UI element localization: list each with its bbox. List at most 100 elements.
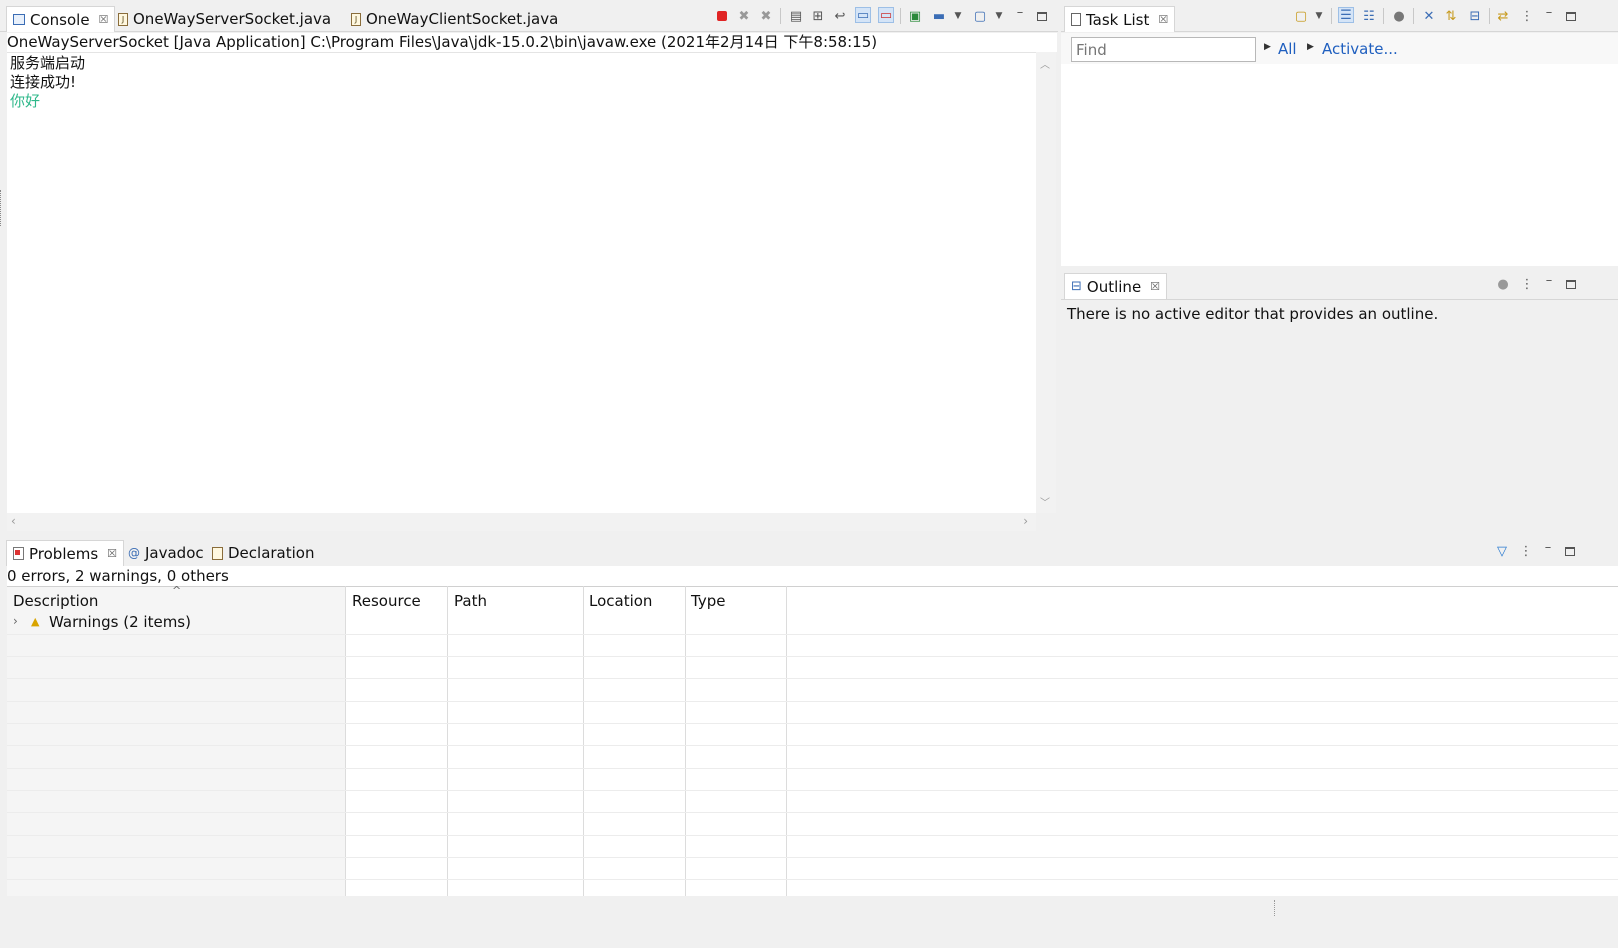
scroll-down-icon[interactable]: ﹀ xyxy=(1040,494,1050,509)
open-console-icon[interactable]: ▢ xyxy=(972,8,988,24)
tab-onewayclientsocket[interactable]: J OneWayClientSocket.java xyxy=(345,6,564,32)
declaration-icon xyxy=(212,546,223,560)
tab-javadoc-label: Javadoc xyxy=(145,544,204,562)
activate-link[interactable]: Activate... xyxy=(1322,40,1398,58)
close-icon[interactable]: ☒ xyxy=(1150,280,1160,293)
javadoc-icon: @ xyxy=(128,546,140,560)
maximize-icon[interactable] xyxy=(1563,8,1579,24)
task-list-panel: Task List ☒ ▢ ▼ ☰ ☷ ● ✕ ⇅ ⊟ ⇄ ⋮ – ▶ All … xyxy=(1061,0,1618,267)
row-divider xyxy=(7,678,1618,679)
minimize-icon[interactable]: – xyxy=(1540,539,1556,555)
link-icon[interactable]: ⇄ xyxy=(1495,8,1511,24)
task-list-content[interactable] xyxy=(1061,64,1618,266)
tab-onewayclientsocket-label: OneWayClientSocket.java xyxy=(366,10,559,28)
synchronize-icon[interactable]: ⇅ xyxy=(1443,8,1459,24)
column-divider[interactable] xyxy=(447,586,448,934)
maximize-icon[interactable] xyxy=(1562,543,1578,559)
chevron-down-icon[interactable]: ▼ xyxy=(950,8,966,24)
column-divider[interactable] xyxy=(685,586,686,934)
console-icon xyxy=(13,14,25,25)
minimize-icon[interactable]: – xyxy=(1012,4,1028,20)
clear-console-icon[interactable]: ▤ xyxy=(788,8,804,24)
chevron-down-icon[interactable]: ▼ xyxy=(1311,8,1327,24)
tab-declaration[interactable]: Declaration xyxy=(206,540,320,566)
close-icon[interactable]: ☒ xyxy=(99,13,109,26)
row-divider xyxy=(7,723,1618,724)
show-on-stderr-icon[interactable]: ▭ xyxy=(878,7,894,23)
view-menu-icon[interactable]: ⋮ xyxy=(1518,543,1534,559)
problems-summary: 0 errors, 2 warnings, 0 others xyxy=(7,566,1618,586)
caret-right-icon: ▶ xyxy=(1264,42,1271,52)
maximize-icon[interactable] xyxy=(1563,276,1579,292)
description-column-shade xyxy=(7,587,345,934)
remove-launch-icon[interactable]: ✖ xyxy=(736,8,752,24)
word-wrap-icon[interactable]: ↩ xyxy=(832,8,848,24)
row-divider xyxy=(7,656,1618,657)
toolbar-separator xyxy=(900,8,901,24)
column-header-path[interactable]: Path xyxy=(454,592,487,610)
sash-handle[interactable] xyxy=(0,190,2,226)
console-vertical-scrollbar[interactable]: ︿ ﹀ xyxy=(1036,52,1056,513)
chevron-right-icon[interactable]: › xyxy=(13,614,18,628)
new-task-icon[interactable]: ▢ xyxy=(1293,8,1309,24)
tab-task-list-label: Task List xyxy=(1086,10,1150,29)
problems-table[interactable] xyxy=(7,586,1618,934)
scheduled-icon[interactable]: ☷ xyxy=(1361,8,1377,24)
row-divider xyxy=(7,812,1618,813)
column-header-description[interactable]: Description xyxy=(13,592,98,610)
column-header-location[interactable]: Location xyxy=(589,592,652,610)
close-icon[interactable]: ☒ xyxy=(1158,13,1168,26)
tab-task-list[interactable]: Task List ☒ xyxy=(1064,6,1176,32)
column-divider[interactable] xyxy=(345,586,346,934)
focus-icon[interactable]: ● xyxy=(1391,8,1407,24)
column-header-type[interactable]: Type xyxy=(691,592,725,610)
row-divider xyxy=(7,879,1618,880)
tab-onewayserversocket[interactable]: J OneWayServerSocket.java xyxy=(112,6,337,32)
scroll-up-icon[interactable]: ︿ xyxy=(1040,56,1050,71)
focus-icon[interactable]: ● xyxy=(1495,276,1511,292)
categorized-icon[interactable]: ☰ xyxy=(1338,7,1354,23)
console-horizontal-scrollbar[interactable]: ‹ › xyxy=(7,513,1036,531)
scroll-right-icon[interactable]: › xyxy=(1023,514,1028,528)
view-menu-icon[interactable]: ⋮ xyxy=(1519,8,1535,24)
tab-outline[interactable]: ⊟ Outline ☒ xyxy=(1064,273,1168,299)
find-input[interactable] xyxy=(1071,37,1256,62)
status-bar-grip[interactable] xyxy=(1274,900,1276,916)
column-divider[interactable] xyxy=(583,586,584,934)
column-header-resource[interactable]: Resource xyxy=(352,592,421,610)
scroll-left-icon[interactable]: ‹ xyxy=(11,514,16,528)
console-output[interactable]: 服务端启动 连接成功! 你好 xyxy=(7,52,1036,513)
row-description: Warnings (2 items) xyxy=(49,613,191,631)
tab-problems-label: Problems xyxy=(29,544,99,563)
filter-icon[interactable]: ▽ xyxy=(1494,543,1510,559)
remove-all-terminated-icon[interactable]: ✖ xyxy=(758,8,774,24)
display-console-icon[interactable]: ▬ xyxy=(931,8,947,24)
sort-ascending-icon: ^ xyxy=(172,584,182,597)
tab-javadoc[interactable]: @ Javadoc xyxy=(122,540,210,566)
close-icon[interactable]: ☒ xyxy=(107,547,117,560)
table-row[interactable]: › ▲ Warnings (2 items) xyxy=(7,612,345,634)
problems-icon xyxy=(13,547,24,560)
view-menu-icon[interactable]: ⋮ xyxy=(1519,276,1535,292)
show-on-stdout-icon[interactable]: ▭ xyxy=(855,7,871,23)
outline-icon: ⊟ xyxy=(1071,279,1082,294)
column-divider[interactable] xyxy=(786,586,787,934)
chevron-down-icon[interactable]: ▼ xyxy=(991,8,1007,24)
scroll-lock-icon[interactable]: ⊞ xyxy=(810,8,826,24)
java-file-icon: J xyxy=(118,12,128,26)
pin-console-icon[interactable]: ▣ xyxy=(907,8,923,24)
minimize-icon[interactable]: – xyxy=(1541,4,1557,20)
tab-console[interactable]: Console ☒ xyxy=(6,6,116,32)
filter-all-link[interactable]: All xyxy=(1278,40,1297,58)
status-bar xyxy=(0,896,1618,920)
row-divider xyxy=(7,634,1618,635)
maximize-icon[interactable] xyxy=(1034,8,1050,24)
tab-problems[interactable]: Problems ☒ xyxy=(6,540,125,566)
minimize-icon[interactable]: – xyxy=(1541,272,1557,288)
hide-completed-icon[interactable]: ✕ xyxy=(1421,8,1437,24)
tab-onewayserversocket-label: OneWayServerSocket.java xyxy=(133,10,332,28)
collapse-all-icon[interactable]: ⊟ xyxy=(1467,8,1483,24)
terminate-icon[interactable] xyxy=(714,8,730,24)
tab-declaration-label: Declaration xyxy=(228,544,315,562)
row-divider xyxy=(7,835,1618,836)
